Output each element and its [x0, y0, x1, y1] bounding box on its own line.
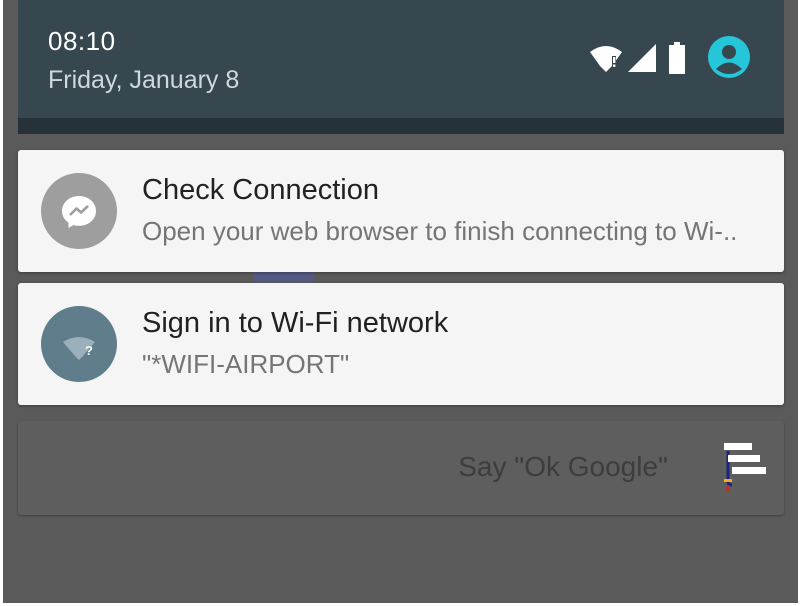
date-label[interactable]: Friday, January 8	[48, 66, 239, 95]
ok-google-hint: Say "Ok Google"	[458, 451, 668, 482]
wifi-warning-icon	[590, 46, 622, 72]
notification-body: Open your web browser to finish connecti…	[142, 216, 738, 246]
battery-icon	[669, 42, 685, 74]
notification-title: Check Connection	[142, 174, 379, 206]
notification-card-check-connection[interactable]: Check Connection Open your web browser t…	[18, 150, 784, 272]
screenshot-border	[0, 0, 3, 606]
cell-signal-icon	[628, 44, 656, 72]
notification-title: Sign in to Wi-Fi network	[142, 307, 449, 339]
header-divider	[18, 118, 784, 134]
clock-time: 08:10	[48, 26, 116, 56]
notification-shade-header[interactable]: 08:10 Friday, January 8	[18, 0, 784, 118]
user-avatar-icon[interactable]	[708, 36, 750, 78]
notification-card-wifi-sign-in[interactable]: ? Sign in to Wi-Fi network "*WIFI-AIRPOR…	[18, 283, 784, 405]
google-search-bar[interactable]: Say "Ok Google"	[18, 421, 784, 515]
messenger-icon	[41, 173, 117, 249]
screenshot-border	[798, 0, 804, 606]
wifi-question-icon: ?	[41, 306, 117, 382]
notification-body: "*WIFI-AIRPORT"	[142, 349, 350, 379]
google-now-icon[interactable]	[718, 441, 770, 495]
svg-text:?: ?	[85, 343, 93, 358]
background-content	[254, 272, 314, 282]
